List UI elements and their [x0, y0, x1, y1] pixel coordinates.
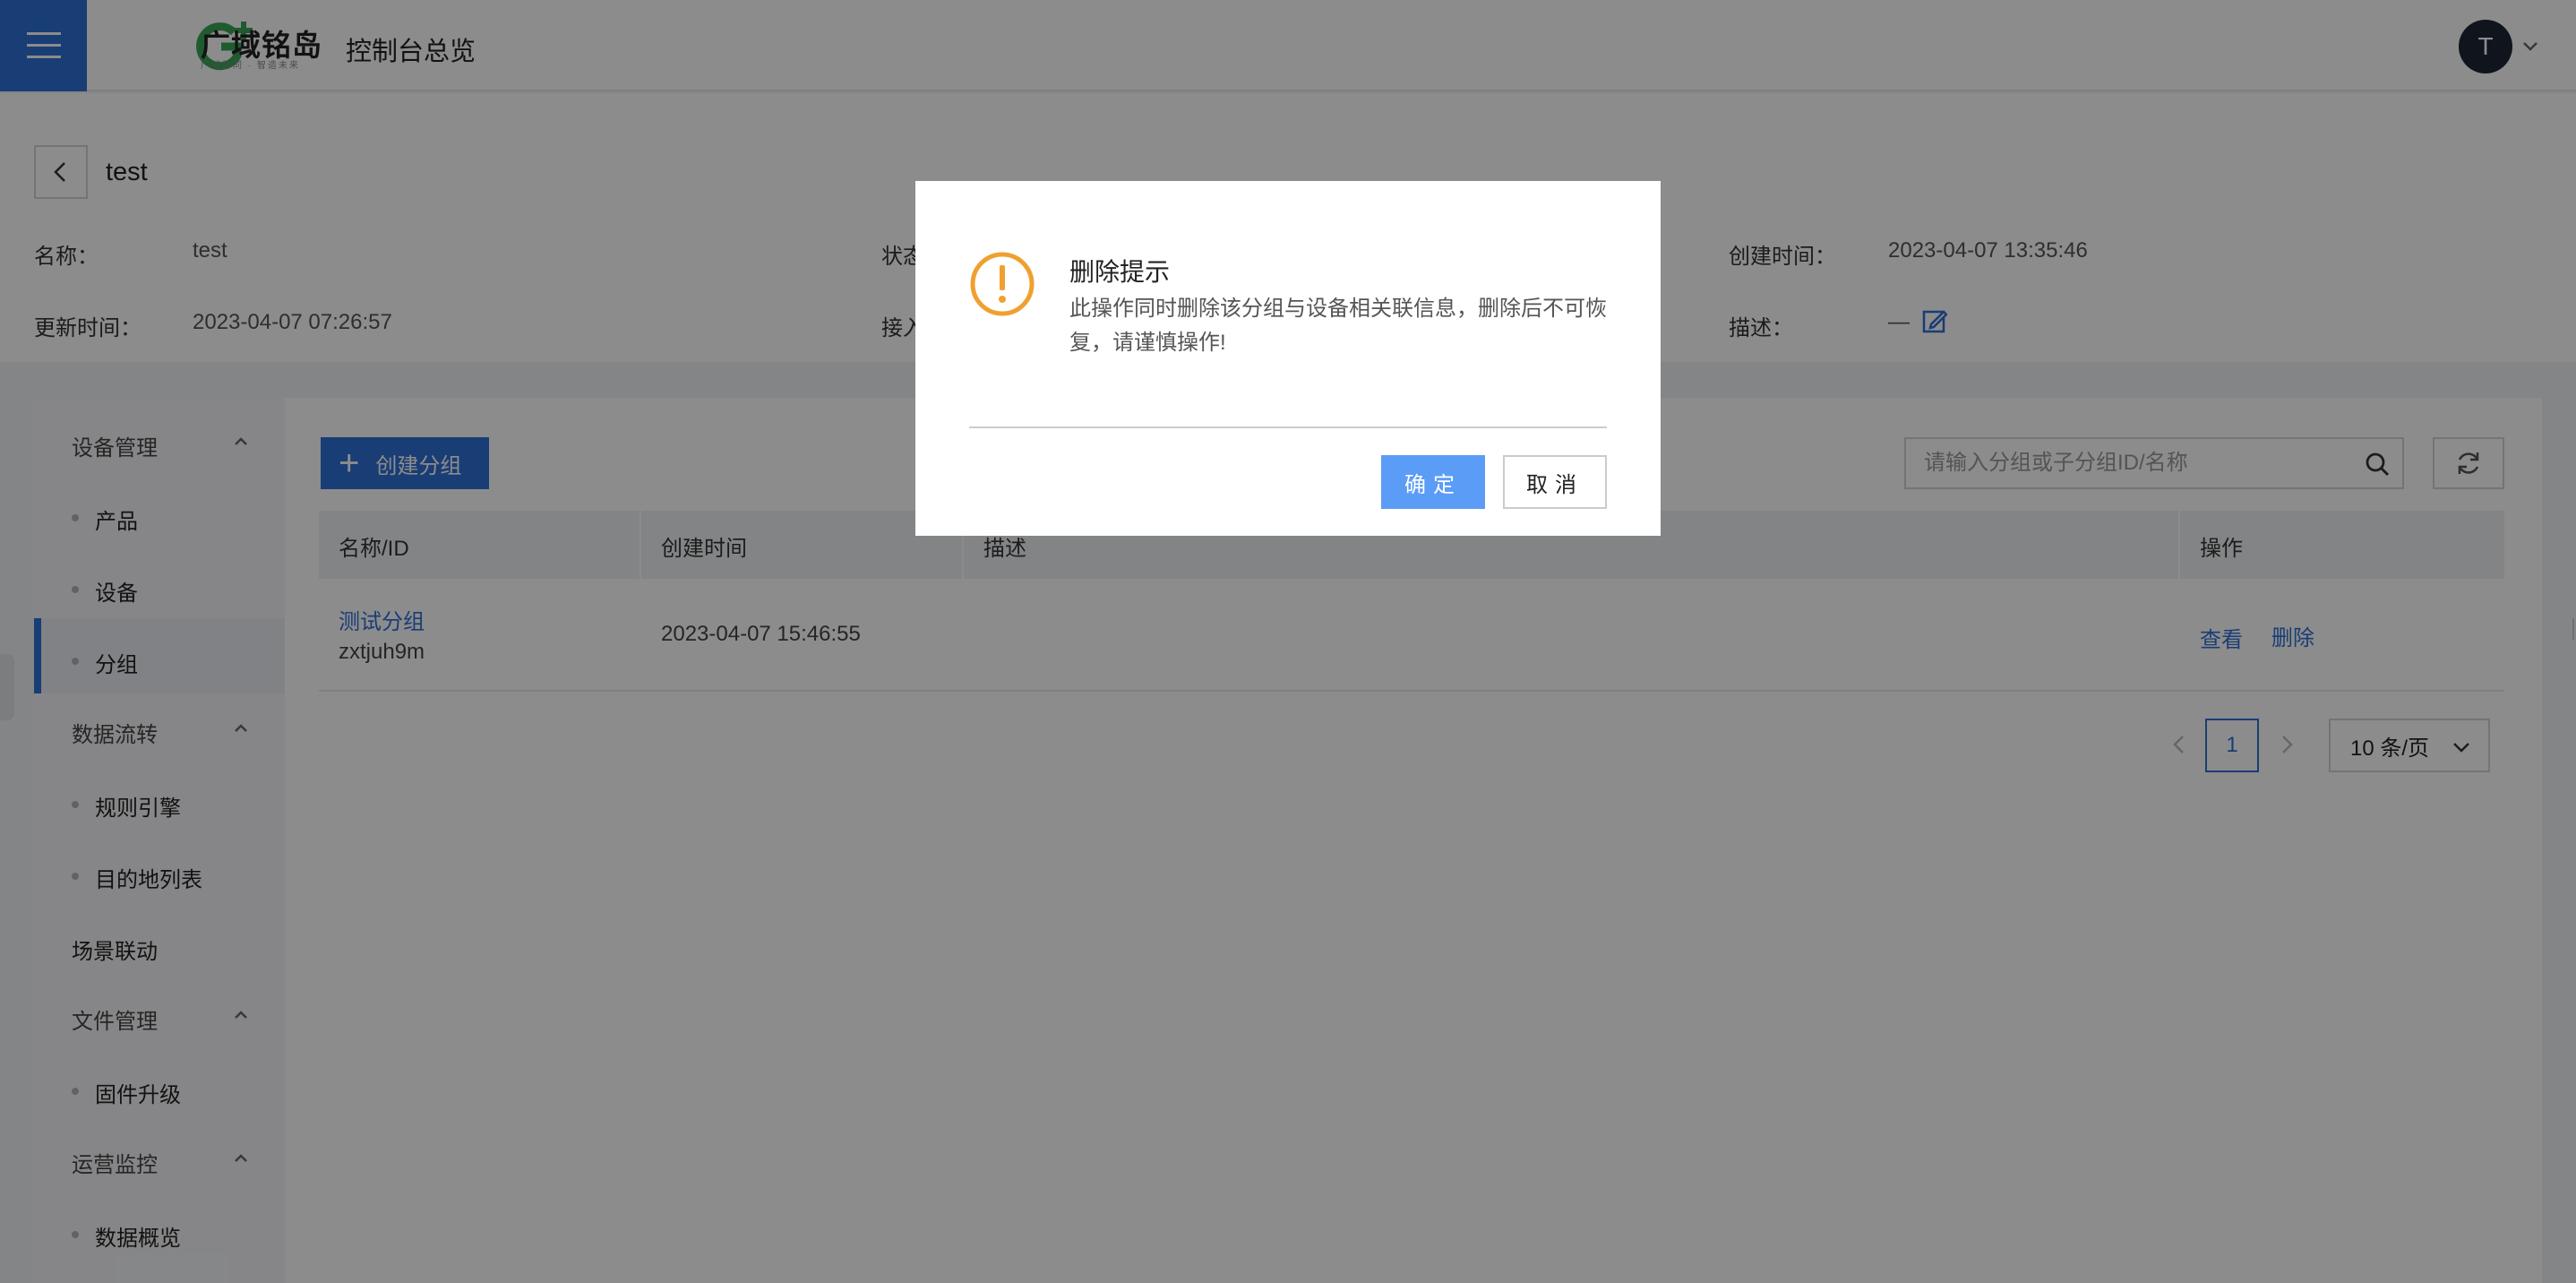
confirm-button[interactable]: 确定	[1381, 455, 1485, 509]
dialog-title: 删除提示	[1069, 258, 1171, 286]
delete-confirm-dialog: 删除提示 此操作同时删除该分组与设备相关联信息，删除后不可恢复，请谨慎操作! 确…	[915, 181, 1661, 536]
dialog-message: 此操作同时删除该分组与设备相关联信息，删除后不可恢复，请谨慎操作!	[1069, 297, 1607, 355]
cancel-button[interactable]: 取消	[1503, 455, 1607, 509]
warning-icon	[970, 252, 1035, 316]
dialog-divider	[969, 426, 1607, 428]
